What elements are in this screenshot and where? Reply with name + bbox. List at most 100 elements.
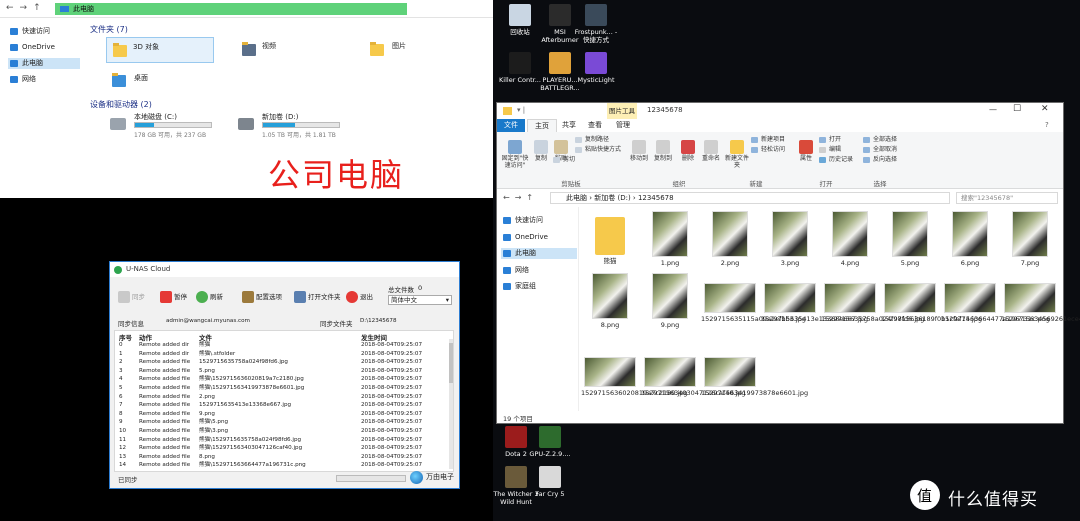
file-item[interactable]: 152971563419973878e6601.jpg bbox=[701, 347, 808, 397]
copy-path-button[interactable]: 复制路径 bbox=[575, 135, 609, 145]
table-row[interactable]: 1 Remote added dir 熊猫\.stfolder 2018-08-04T… bbox=[115, 350, 445, 359]
nav-buttons[interactable]: ←→↑ bbox=[6, 3, 47, 13]
desktop-icon[interactable]: MysticLight bbox=[573, 52, 619, 84]
history-button[interactable]: 历史记录 bbox=[819, 155, 853, 165]
drive-d[interactable]: 新加卷 (D:) 1.05 TB 可用，共 1.81 TB bbox=[236, 110, 356, 140]
table-row[interactable]: 9 Remote added file 熊猫\5.png 2018-08-04T09:… bbox=[115, 418, 445, 427]
language-select[interactable]: 简体中文 ▾ bbox=[388, 295, 452, 305]
delete-button[interactable]: 删除 bbox=[679, 140, 697, 162]
right-nav-item[interactable]: 快速访问 bbox=[501, 215, 577, 226]
table-row[interactable]: 13 Remote added file 8.png 2018-08-04T09:25… bbox=[115, 453, 445, 462]
settings-button[interactable]: 配置选项 bbox=[242, 290, 282, 304]
folder-videos[interactable]: 视频 bbox=[236, 37, 336, 63]
new-item-button[interactable]: 新建项目 bbox=[751, 135, 785, 145]
select-all-button[interactable]: 全部选择 bbox=[863, 135, 897, 145]
right-nav-item[interactable]: 此电脑 bbox=[501, 248, 577, 259]
tab-home[interactable]: 主页 bbox=[527, 119, 557, 132]
invert-selection-button[interactable]: 反向选择 bbox=[863, 155, 897, 165]
table-row[interactable]: 11 Remote added file 熊猫\1529715635758a024f… bbox=[115, 436, 445, 445]
sync-button[interactable]: 同步 bbox=[118, 290, 145, 304]
pause-button[interactable]: 暂停 bbox=[160, 290, 187, 304]
rename-button[interactable]: 重命名 bbox=[699, 140, 723, 162]
table-row[interactable]: 3 Remote added file 5.png 2018-08-04T09:25:… bbox=[115, 367, 445, 376]
file-item[interactable]: 1529715635758a024f98fd6.jpg bbox=[821, 273, 924, 323]
table-row[interactable]: 4 Remote added file 熊猫\1529715636020819a7c… bbox=[115, 375, 445, 384]
left-nav-item[interactable]: 快速访问 bbox=[8, 26, 80, 37]
right-nav-item[interactable]: 家庭组 bbox=[501, 281, 577, 292]
table-row[interactable]: 8 Remote added file 9.png 2018-08-04T09:25:… bbox=[115, 410, 445, 419]
copy-to-button[interactable]: 复制到 bbox=[653, 140, 673, 162]
file-item[interactable]: 5.png bbox=[881, 211, 939, 267]
scrollbar[interactable] bbox=[449, 339, 453, 469]
paste-shortcut-button[interactable]: 粘贴快捷方式 bbox=[575, 145, 621, 155]
file-item[interactable]: 1.png bbox=[641, 211, 699, 267]
help-icon[interactable]: ? bbox=[1045, 121, 1049, 129]
folder-3d-objects[interactable]: 3D 对象 bbox=[106, 37, 214, 63]
file-item[interactable]: 1529715636020819a7c2180.jpg bbox=[581, 347, 688, 397]
cut-button[interactable]: 剪切 bbox=[553, 155, 575, 165]
move-to-button[interactable]: 移动到 bbox=[629, 140, 649, 162]
breadcrumb-drive-d[interactable]: 新加卷 (D:) bbox=[594, 194, 630, 202]
table-row[interactable]: 7 Remote added file 1529715635413e13368e66… bbox=[115, 401, 445, 410]
file-item[interactable]: 8.png bbox=[581, 273, 639, 329]
select-none-button[interactable]: 全部取消 bbox=[863, 145, 897, 155]
file-item[interactable]: 1529715634569261ece4705.jpg bbox=[1001, 273, 1080, 323]
file-item[interactable]: 1529715636189f0b1cfaf74.jpg bbox=[881, 273, 982, 323]
drive-c[interactable]: 本地磁盘 (C:) 178 GB 可用，共 237 GB bbox=[106, 110, 226, 140]
file-item[interactable]: 2.png bbox=[701, 211, 759, 267]
table-row[interactable]: 0 Remote added dir 熊猫 2018-08-04T09:25:07 bbox=[115, 341, 445, 350]
tab-manage[interactable]: 管理 bbox=[609, 119, 637, 132]
desktop-icon[interactable]: Far Cry 5 bbox=[527, 466, 573, 498]
address-path[interactable]: 此电脑 › 新加卷 (D:) › 12345678 bbox=[550, 192, 950, 204]
search-input[interactable]: 搜索"12345678" bbox=[956, 192, 1058, 204]
file-item[interactable]: 152971563403047126caf40.jpg bbox=[641, 347, 746, 397]
file-item[interactable]: 152971563664477a196731c.png bbox=[941, 273, 1050, 323]
right-nav-item[interactable]: 网络 bbox=[501, 265, 577, 276]
sync-icon bbox=[118, 291, 130, 303]
breadcrumb-folder[interactable]: 12345678 bbox=[638, 194, 674, 202]
left-nav-item[interactable]: 此电脑 bbox=[8, 58, 80, 69]
file-item[interactable]: 1529715635115a09a2efbb3.jpg bbox=[701, 273, 806, 323]
right-nav-item[interactable]: OneDrive bbox=[501, 232, 577, 243]
tab-view[interactable]: 查看 bbox=[581, 119, 609, 132]
table-row[interactable]: 14 Remote added file 熊猫\152971563664477a19… bbox=[115, 461, 445, 470]
tab-share[interactable]: 共享 bbox=[555, 119, 583, 132]
file-item[interactable]: 7.png bbox=[1001, 211, 1059, 267]
close-button[interactable]: ✕ bbox=[1041, 104, 1049, 114]
open-button[interactable]: 打开 bbox=[819, 135, 841, 145]
exit-button[interactable]: 退出 bbox=[346, 290, 373, 304]
maximize-button[interactable]: ☐ bbox=[1013, 104, 1021, 114]
desktop-icon[interactable]: Frostpunk... - 快捷方式 bbox=[573, 4, 619, 44]
desktop-icon[interactable]: GPU-Z.2.9.... bbox=[527, 426, 573, 458]
folder-pictures[interactable]: 图片 bbox=[366, 37, 466, 63]
edit-button[interactable]: 编辑 bbox=[819, 145, 841, 155]
copy-button[interactable]: 复制 bbox=[531, 140, 551, 162]
nav-buttons[interactable]: ←→↑ bbox=[503, 193, 538, 202]
table-row[interactable]: 6 Remote added file 2.png 2018-08-04T09:25:… bbox=[115, 393, 445, 402]
table-row[interactable]: 5 Remote added file 熊猫\152971563419973878e… bbox=[115, 384, 445, 393]
file-item[interactable]: 熊猫 bbox=[581, 211, 639, 265]
address-path[interactable]: 此电脑 bbox=[55, 3, 407, 15]
table-row[interactable]: 12 Remote added file 熊猫\152971563403047126… bbox=[115, 444, 445, 453]
refresh-button[interactable]: 刷新 bbox=[196, 290, 223, 304]
left-nav-item[interactable]: OneDrive bbox=[8, 42, 80, 53]
new-folder-button[interactable]: 新建文件夹 bbox=[725, 140, 749, 169]
breadcrumb-pc[interactable]: 此电脑 bbox=[566, 194, 587, 202]
quick-access-toolbar[interactable]: ▾ | bbox=[517, 106, 525, 114]
easy-access-button[interactable]: 轻松访问 bbox=[751, 145, 785, 155]
file-item[interactable]: 6.png bbox=[941, 211, 999, 267]
pin-quick-access-button[interactable]: 固定到"快速访问" bbox=[499, 140, 531, 169]
minimize-button[interactable]: — bbox=[989, 105, 997, 114]
left-nav-item[interactable]: 网络 bbox=[8, 74, 80, 85]
table-row[interactable]: 10 Remote added file 熊猫\3.png 2018-08-04T09… bbox=[115, 427, 445, 436]
scrollbar-thumb[interactable] bbox=[449, 343, 453, 383]
file-item[interactable]: 9.png bbox=[641, 273, 699, 329]
folder-desktop[interactable]: 桌面 bbox=[106, 68, 206, 94]
properties-button[interactable]: 属性 bbox=[797, 140, 815, 162]
open-folder-button[interactable]: 打开文件夹 bbox=[294, 290, 341, 304]
tab-file[interactable]: 文件 bbox=[497, 119, 525, 132]
file-item[interactable]: 1529715635413e13368e667.jpg bbox=[761, 273, 868, 323]
file-item[interactable]: 4.png bbox=[821, 211, 879, 267]
table-row[interactable]: 2 Remote added file 1529715635758a024f98fd… bbox=[115, 358, 445, 367]
file-item[interactable]: 3.png bbox=[761, 211, 819, 267]
